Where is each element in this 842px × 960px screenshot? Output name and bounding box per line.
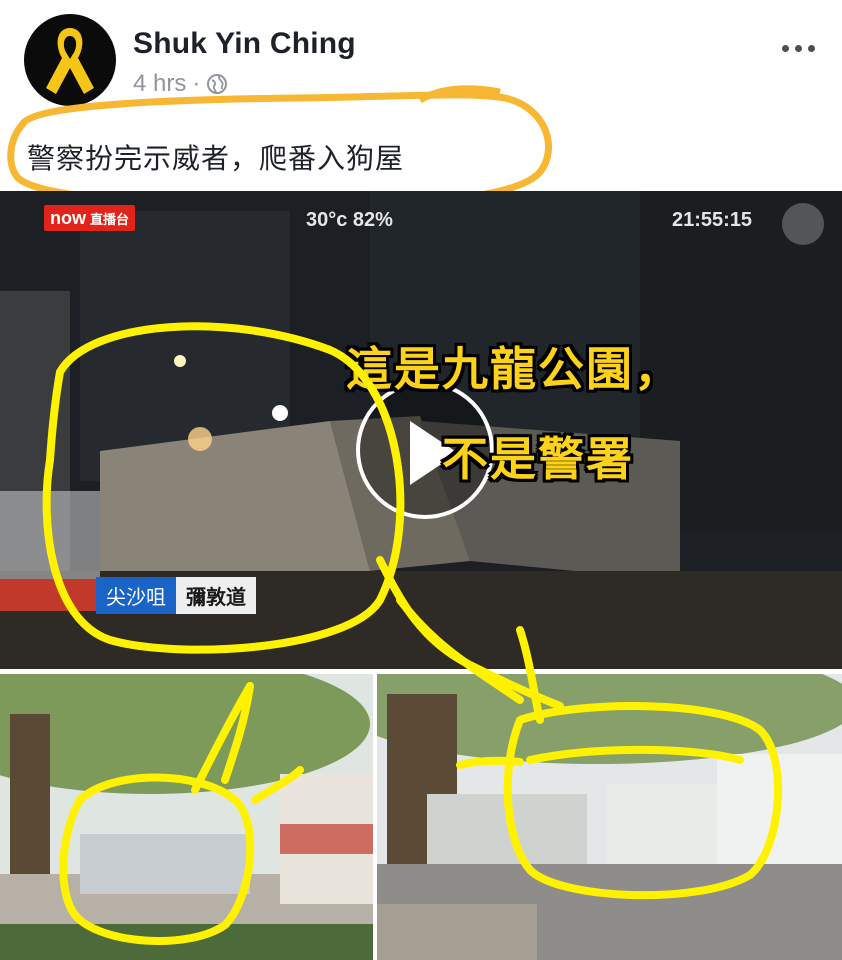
author-avatar[interactable]	[24, 14, 116, 106]
video-player[interactable]: now 直播台 30°c 82% 21:55:15 這是九龍公園， 不是警署 尖沙…	[0, 191, 842, 669]
globe-icon[interactable]	[206, 73, 228, 95]
video-caption-line-1: 這是九龍公園，	[346, 342, 682, 396]
video-caption-line-2: 不是警署	[442, 432, 634, 486]
location-district: 尖沙咀	[96, 576, 176, 614]
weather-readout: 30°c 82%	[306, 209, 393, 231]
broadcast-indicator-icon	[782, 203, 824, 245]
post-header: Shuk Yin Ching 4 hrs · 警察扮完示威者，爬番入狗屋	[0, 0, 842, 210]
photo-park-right[interactable]	[377, 674, 842, 960]
park-scene-right	[377, 674, 842, 960]
post-text: 警察扮完示威者，爬番入狗屋	[27, 142, 405, 175]
author-name[interactable]: Shuk Yin Ching	[133, 27, 356, 61]
channel-logo: now 直播台	[44, 205, 136, 231]
more-options-icon[interactable]	[778, 36, 818, 60]
yellow-ribbon-icon	[46, 28, 94, 94]
meta-separator: ·	[192, 70, 201, 97]
orange-highlight-circle	[7, 85, 552, 210]
park-scene-left	[0, 674, 373, 960]
photo-park-left[interactable]	[0, 674, 373, 960]
location-banner: 尖沙咀 彌敦道	[0, 576, 256, 614]
post-meta: 4 hrs ·	[133, 70, 228, 98]
location-street: 彌敦道	[176, 576, 256, 614]
broadcast-clock: 21:55:15	[672, 209, 753, 231]
post-timestamp[interactable]: 4 hrs	[133, 70, 186, 98]
